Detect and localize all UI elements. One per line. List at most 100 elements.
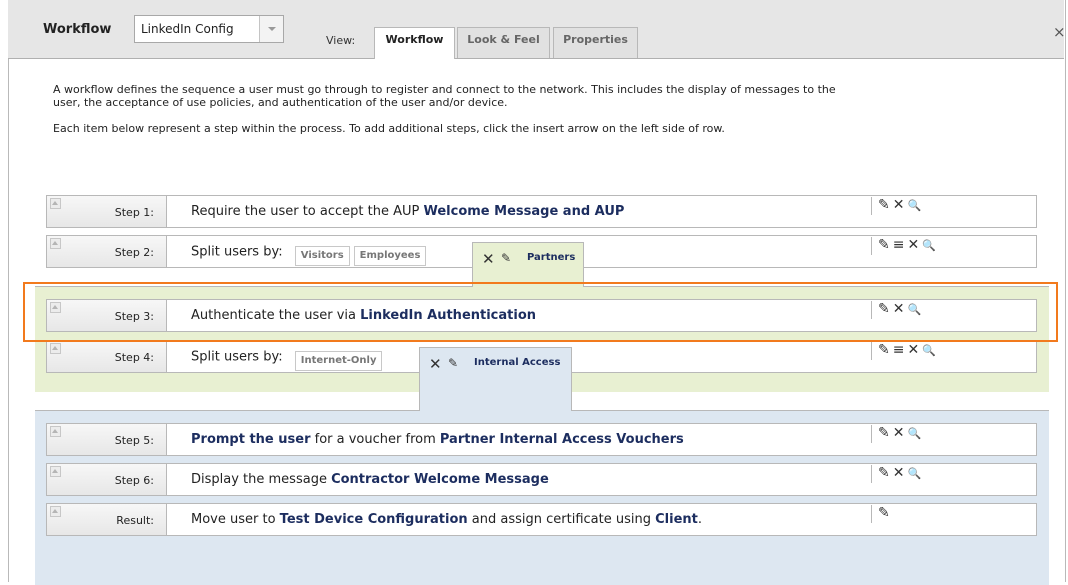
intro-paragraph: A workflow defines the sequence a user m…	[53, 83, 836, 109]
preview-icon[interactable]: 🔍	[907, 199, 921, 212]
step-label: Step 6:	[114, 474, 154, 487]
workflow-step-row[interactable]: Step 1: Require the user to accept the A…	[46, 195, 1037, 228]
delete-icon[interactable]: ✕	[907, 342, 919, 358]
step-link[interactable]: Client	[655, 512, 698, 527]
row-actions: ✎ ✕ 🔍	[871, 425, 924, 443]
row-actions: ✎ ≡ ✕ 🔍	[871, 237, 939, 255]
edit-icon[interactable]: ✎	[878, 505, 890, 521]
row-actions: ✎ ✕ 🔍	[871, 197, 924, 215]
row-grip[interactable]: Step 1:	[47, 196, 167, 227]
row-grip[interactable]: Step 4:	[47, 341, 167, 372]
preview-icon[interactable]: 🔍	[907, 303, 921, 316]
delete-icon[interactable]: ✕	[893, 465, 905, 481]
edit-icon[interactable]: ✎	[501, 251, 511, 265]
branch-chip-partners-active[interactable]: ✕ ✎ Partners	[472, 242, 584, 287]
step-description: Prompt the user for a voucher from Partn…	[191, 432, 684, 447]
edit-icon[interactable]: ✎	[878, 425, 890, 441]
step-description: Require the user to accept the AUP Welco…	[191, 204, 624, 219]
workflow-step-row[interactable]: Step 6: Display the message Contractor W…	[46, 463, 1037, 496]
branch-chip-label: Internal Access	[474, 357, 561, 368]
row-actions: ✎	[871, 505, 893, 523]
panel-title: Workflow	[43, 22, 112, 37]
step-text: Display the message	[191, 472, 332, 487]
step-label: Step 5:	[114, 434, 154, 447]
tab-properties[interactable]: Properties	[553, 27, 638, 58]
insert-arrow-icon[interactable]	[50, 238, 61, 249]
delete-icon[interactable]: ✕	[907, 237, 919, 253]
step-label: Step 3:	[114, 310, 154, 323]
reorder-icon[interactable]: ≡	[893, 237, 905, 253]
edit-icon[interactable]: ✎	[878, 237, 890, 253]
row-grip[interactable]: Step 3:	[47, 300, 167, 331]
intro-text: A workflow defines the sequence a user m…	[53, 83, 853, 148]
branch-chip-visitors[interactable]: Visitors	[294, 246, 350, 266]
preview-icon[interactable]: 🔍	[922, 344, 936, 357]
step-text: Require the user to accept the AUP	[191, 204, 424, 219]
preview-icon[interactable]: 🔍	[907, 467, 921, 480]
row-grip[interactable]: Step 2:	[47, 236, 167, 267]
preview-icon[interactable]: 🔍	[922, 239, 936, 252]
row-grip[interactable]: Result:	[47, 504, 167, 535]
step-text: Split users by:	[191, 244, 283, 260]
step-text: Authenticate the user via	[191, 308, 361, 323]
edit-icon[interactable]: ✎	[878, 342, 890, 358]
edit-icon[interactable]: ✎	[448, 356, 458, 370]
row-grip[interactable]: Step 6:	[47, 464, 167, 495]
step-text: Move user to	[191, 512, 280, 527]
view-label: View:	[326, 34, 356, 47]
step-label: Step 4:	[114, 351, 154, 364]
workflow-step-row[interactable]: Step 5: Prompt the user for a voucher fr…	[46, 423, 1037, 456]
branch-chip-internal-access-active[interactable]: ✕ ✎ Internal Access	[419, 347, 572, 411]
step-description: Move user to Test Device Configuration a…	[191, 512, 702, 527]
workflow-result-row[interactable]: Result: Move user to Test Device Configu…	[46, 503, 1037, 536]
delete-icon[interactable]: ✕	[893, 425, 905, 441]
tab-look-and-feel[interactable]: Look & Feel	[457, 27, 550, 58]
edit-icon[interactable]: ✎	[878, 197, 890, 213]
step-text: Split users by:	[191, 349, 283, 365]
delete-icon[interactable]: ✕	[893, 301, 905, 317]
step-link[interactable]: Partner Internal Access Vouchers	[440, 432, 684, 447]
delete-icon[interactable]: ✕	[429, 355, 442, 373]
step-description: Display the message Contractor Welcome M…	[191, 472, 549, 487]
close-icon[interactable]: ×	[1053, 23, 1066, 41]
row-grip[interactable]: Step 5:	[47, 424, 167, 455]
step-label: Result:	[116, 514, 154, 527]
edit-icon[interactable]: ✎	[878, 301, 890, 317]
step-link[interactable]: Contractor Welcome Message	[331, 472, 549, 487]
step-text: .	[697, 512, 703, 527]
chevron-down-icon[interactable]	[259, 16, 283, 42]
step-text: and assign certificate using	[467, 512, 656, 527]
insert-arrow-icon[interactable]	[50, 466, 61, 477]
step-link[interactable]: Test Device Configuration	[280, 512, 468, 527]
delete-icon[interactable]: ✕	[482, 250, 495, 268]
step-description: Split users by: Internet-Only	[191, 347, 383, 371]
row-actions: ✎ ≡ ✕ 🔍	[871, 342, 939, 360]
edit-icon[interactable]: ✎	[878, 465, 890, 481]
delete-icon[interactable]: ✕	[893, 197, 905, 213]
preview-icon[interactable]: 🔍	[907, 427, 921, 440]
step-link[interactable]: Prompt the user	[191, 432, 311, 447]
step-link[interactable]: Welcome Message and AUP	[423, 204, 624, 219]
row-actions: ✎ ✕ 🔍	[871, 301, 924, 319]
branch-chip-label: Partners	[527, 252, 576, 263]
insert-arrow-icon[interactable]	[50, 302, 61, 313]
branch-chip-internet-only[interactable]: Internet-Only	[294, 351, 383, 371]
step-link[interactable]: LinkedIn Authentication	[360, 308, 536, 323]
tab-workflow[interactable]: Workflow	[374, 27, 455, 59]
step-description: Authenticate the user via LinkedIn Authe…	[191, 308, 536, 323]
intro-paragraph: Each item below represent a step within …	[53, 122, 725, 135]
step-label: Step 1:	[114, 206, 154, 219]
insert-arrow-icon[interactable]	[50, 198, 61, 209]
workflow-step-row[interactable]: Step 3: Authenticate the user via Linked…	[46, 299, 1037, 332]
row-actions: ✎ ✕ 🔍	[871, 465, 924, 483]
panel-header: Workflow LinkedIn Config View: Workflow …	[8, 0, 1066, 59]
step-text: for a voucher from	[310, 432, 440, 447]
insert-arrow-icon[interactable]	[50, 506, 61, 517]
reorder-icon[interactable]: ≡	[893, 342, 905, 358]
branch-chip-employees[interactable]: Employees	[353, 246, 427, 266]
insert-arrow-icon[interactable]	[50, 426, 61, 437]
config-select-value: LinkedIn Config	[141, 22, 234, 36]
config-select[interactable]: LinkedIn Config	[134, 15, 284, 43]
insert-arrow-icon[interactable]	[50, 343, 61, 354]
step-description: Split users by: Visitors Employees	[191, 242, 427, 266]
